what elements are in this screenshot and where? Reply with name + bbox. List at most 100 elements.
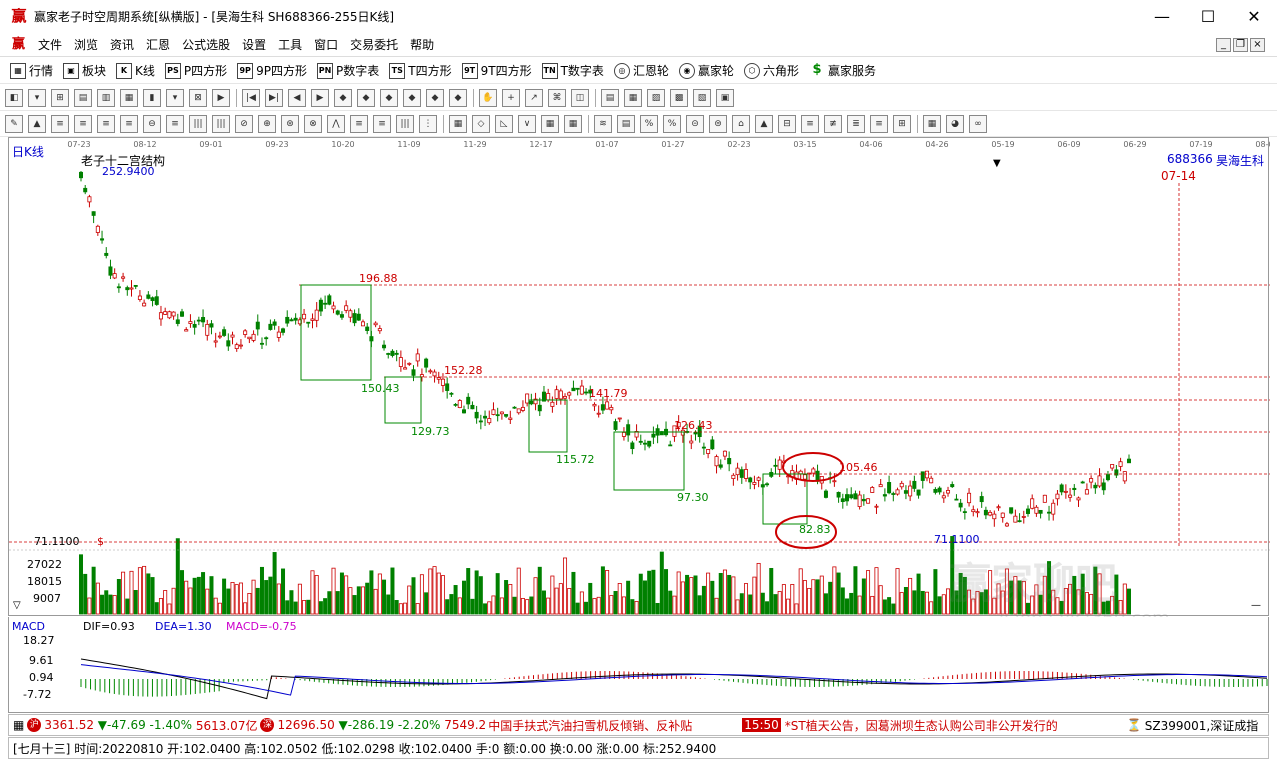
drawing-tool-icon[interactable]: ▦ — [564, 114, 582, 133]
collapse-arrow-icon[interactable]: ▽ — [13, 600, 21, 611]
menu-info[interactable]: 资讯 — [104, 36, 140, 53]
drawing-tool-icon[interactable]: ∞ — [969, 114, 987, 133]
toolbar-9t-square[interactable]: 9T 9T四方形 — [461, 62, 532, 79]
drawing-tool-icon[interactable]: ≡ — [373, 114, 391, 133]
nav-tool-icon[interactable]: ⊠ — [189, 88, 207, 107]
nav-tool-icon[interactable]: ▮ — [143, 88, 161, 107]
nav-tool-icon[interactable]: ▶ — [212, 88, 230, 107]
menu-huien[interactable]: 汇恩 — [140, 36, 176, 53]
menu-settings[interactable]: 设置 — [236, 36, 272, 53]
mdi-close-button[interactable]: × — [1250, 38, 1265, 52]
drawing-tool-icon[interactable]: ▲ — [28, 114, 46, 133]
drawing-tool-icon[interactable]: ⌂ — [732, 114, 750, 133]
news-ticker-2[interactable]: *ST植天公告，因葛洲坝生态认购公司非公开发行的 — [785, 717, 1121, 734]
menu-help[interactable]: 帮助 — [404, 36, 440, 53]
close-button[interactable]: ✕ — [1231, 0, 1277, 32]
menu-file[interactable]: 文件 — [32, 36, 68, 53]
drawing-tool-icon[interactable]: % — [640, 114, 658, 133]
toolbar-quote[interactable]: ▦ 行情 — [10, 62, 53, 79]
nav-tool-icon[interactable]: ◆ — [426, 88, 444, 107]
drawing-tool-icon[interactable]: ▤ — [617, 114, 635, 133]
macd-panel[interactable]: MACD DIF=0.93 DEA=1.30 MACD=-0.75 18.27 … — [8, 617, 1269, 713]
nav-tool-icon[interactable]: ▣ — [716, 88, 734, 107]
nav-tool-icon[interactable]: ◀ — [288, 88, 306, 107]
nav-tool-icon[interactable]: ✋ — [479, 88, 497, 107]
toolbar-p-table[interactable]: PN P数字表 — [317, 62, 379, 79]
drawing-tool-icon[interactable]: ≡ — [166, 114, 184, 133]
drawing-tool-icon[interactable]: ▦ — [541, 114, 559, 133]
mdi-restore-button[interactable]: ❐ — [1233, 38, 1248, 52]
menu-trade[interactable]: 交易委托 — [344, 36, 404, 53]
minimize-button[interactable]: — — [1139, 0, 1185, 32]
toolbar-kline[interactable]: K K线 — [116, 62, 155, 79]
drawing-tool-icon[interactable]: ≡ — [97, 114, 115, 133]
drawing-tool-icon[interactable]: ≡ — [74, 114, 92, 133]
nav-tool-icon[interactable]: ▤ — [74, 88, 92, 107]
grid-icon[interactable]: ▦ — [13, 718, 24, 732]
drawing-tool-icon[interactable]: ||| — [396, 114, 414, 133]
drawing-tool-icon[interactable]: ≢ — [824, 114, 842, 133]
drawing-tool-icon[interactable]: ≡ — [120, 114, 138, 133]
drawing-tool-icon[interactable]: ✎ — [5, 114, 23, 133]
mdi-minimize-button[interactable]: _ — [1216, 38, 1231, 52]
nav-tool-icon[interactable]: ▦ — [624, 88, 642, 107]
drawing-tool-icon[interactable]: % — [663, 114, 681, 133]
drawing-tool-icon[interactable]: ⊛ — [281, 114, 299, 133]
drawing-tool-icon[interactable]: ⊞ — [893, 114, 911, 133]
nav-tool-icon[interactable]: ▥ — [97, 88, 115, 107]
toolbar-sector[interactable]: ▣ 板块 — [63, 62, 106, 79]
drawing-tool-icon[interactable]: ▦ — [449, 114, 467, 133]
nav-tool-icon[interactable]: ▤ — [601, 88, 619, 107]
nav-tool-icon[interactable]: ◫ — [571, 88, 589, 107]
nav-tool-icon[interactable]: ⊞ — [51, 88, 69, 107]
kline-chart[interactable]: 07-23 08-12 09-01 09-23 10-20 11-09 11-29 12-17… — [9, 138, 1277, 617]
toolbar-9p-square[interactable]: 9P 9P四方形 — [237, 62, 307, 79]
drawing-tool-icon[interactable]: ⊝ — [686, 114, 704, 133]
drawing-tool-icon[interactable]: ⋮ — [419, 114, 437, 133]
nav-tool-icon[interactable]: ◆ — [403, 88, 421, 107]
drawing-tool-icon[interactable]: ∨ — [518, 114, 536, 133]
nav-tool-icon[interactable]: ◆ — [334, 88, 352, 107]
toolbar-hexagon[interactable]: ⬡ 六角形 — [743, 62, 799, 79]
drawing-tool-icon[interactable]: ≡ — [350, 114, 368, 133]
drawing-tool-icon[interactable]: ⊘ — [235, 114, 253, 133]
drawing-tool-icon[interactable]: ≡ — [870, 114, 888, 133]
menu-window[interactable]: 窗口 — [308, 36, 344, 53]
nav-tool-icon[interactable]: ▩ — [670, 88, 688, 107]
drawing-tool-icon[interactable]: ⊟ — [778, 114, 796, 133]
dropdown-arrow-icon[interactable]: ▼ — [993, 158, 1001, 169]
drawing-tool-icon[interactable]: ◕ — [946, 114, 964, 133]
nav-tool-icon[interactable]: ▶| — [265, 88, 283, 107]
nav-tool-icon[interactable]: ▨ — [647, 88, 665, 107]
expand-icon[interactable]: — — [1251, 600, 1261, 611]
drawing-tool-icon[interactable]: ≣ — [847, 114, 865, 133]
toolbar-p-square[interactable]: PS P四方形 — [164, 62, 227, 79]
drawing-tool-icon[interactable]: ▲ — [755, 114, 773, 133]
kline-chart-panel[interactable]: 07-23 08-12 09-01 09-23 10-20 11-09 11-29 12-17… — [8, 137, 1277, 629]
menu-formula[interactable]: 公式选股 — [176, 36, 236, 53]
toolbar-huien-wheel[interactable]: ◎ 汇恩轮 — [613, 62, 669, 79]
toolbar-t-table[interactable]: TN T数字表 — [541, 62, 604, 79]
toolbar-t-square[interactable]: TS T四方形 — [389, 62, 452, 79]
nav-tool-icon[interactable]: ↗ — [525, 88, 543, 107]
nav-tool-icon[interactable]: ▦ — [120, 88, 138, 107]
nav-tool-icon[interactable]: ◆ — [449, 88, 467, 107]
drawing-tool-icon[interactable]: ≡ — [51, 114, 69, 133]
drawing-tool-icon[interactable]: ||| — [189, 114, 207, 133]
drawing-tool-icon[interactable]: ◺ — [495, 114, 513, 133]
drawing-tool-icon[interactable]: ⊗ — [304, 114, 322, 133]
nav-tool-icon[interactable]: ▾ — [28, 88, 46, 107]
drawing-tool-icon[interactable]: ⊕ — [258, 114, 276, 133]
index-code[interactable]: SZ399001,深证成指 — [1145, 717, 1258, 734]
nav-tool-icon[interactable]: |◀ — [242, 88, 260, 107]
toolbar-service[interactable]: $ 赢家服务 — [808, 62, 876, 79]
drawing-tool-icon[interactable]: ⊜ — [709, 114, 727, 133]
news-ticker-1[interactable]: 中国手扶式汽油扫雪机反倾销、反补贴 — [488, 717, 740, 734]
menu-tools[interactable]: 工具 — [272, 36, 308, 53]
nav-tool-icon[interactable]: ◧ — [5, 88, 23, 107]
menu-browse[interactable]: 浏览 — [68, 36, 104, 53]
drawing-tool-icon[interactable]: ≋ — [594, 114, 612, 133]
drawing-tool-icon[interactable]: ⋀ — [327, 114, 345, 133]
toolbar-winner-wheel[interactable]: ◉ 赢家轮 — [678, 62, 734, 79]
drawing-tool-icon[interactable]: ||| — [212, 114, 230, 133]
